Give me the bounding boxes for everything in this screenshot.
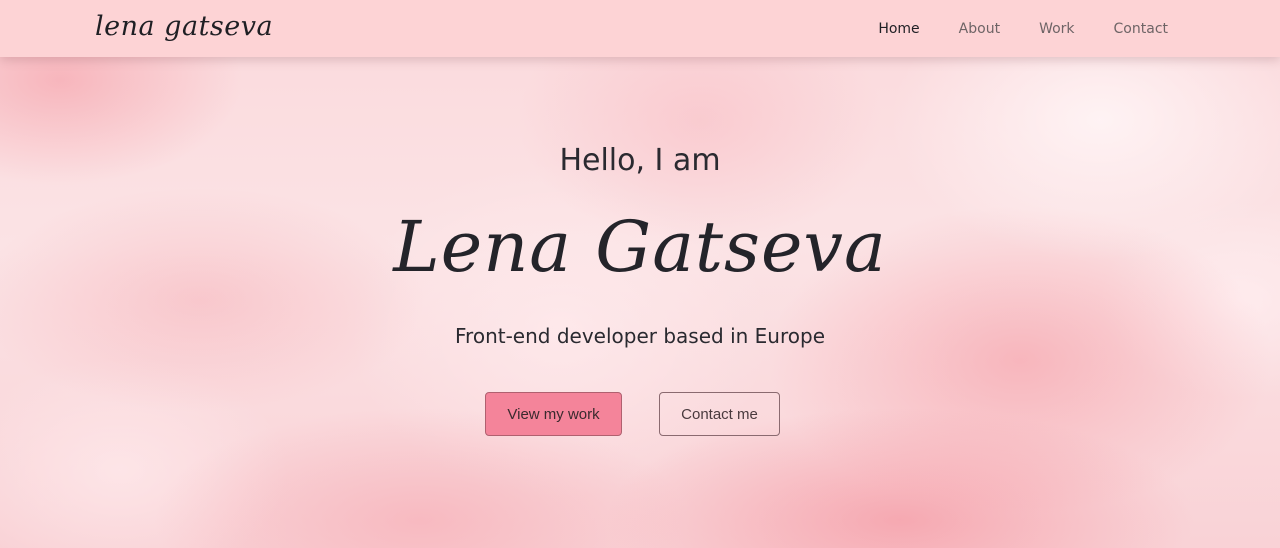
nav-links: Home About Work Contact [878, 0, 1168, 57]
hero-tagline: Front-end developer based in Europe [455, 324, 825, 348]
hero-greeting: Hello, I am [559, 143, 721, 178]
nav-link-home[interactable]: Home [878, 21, 919, 37]
navbar: lena gatseva Home About Work Contact [0, 0, 1280, 57]
nav-link-work[interactable]: Work [1039, 21, 1074, 37]
nav-link-about[interactable]: About [959, 21, 1000, 37]
site-logo[interactable]: lena gatseva [95, 8, 273, 46]
nav-link-contact[interactable]: Contact [1114, 21, 1168, 37]
contact-me-button[interactable]: Contact me [659, 392, 780, 436]
hero-section: Hello, I am Lena Gatseva Front-end devel… [0, 57, 1280, 548]
view-work-button[interactable]: View my work [485, 392, 622, 436]
hero-name: Lena Gatseva [393, 206, 887, 288]
page: lena gatseva Home About Work Contact Hel… [0, 0, 1280, 548]
